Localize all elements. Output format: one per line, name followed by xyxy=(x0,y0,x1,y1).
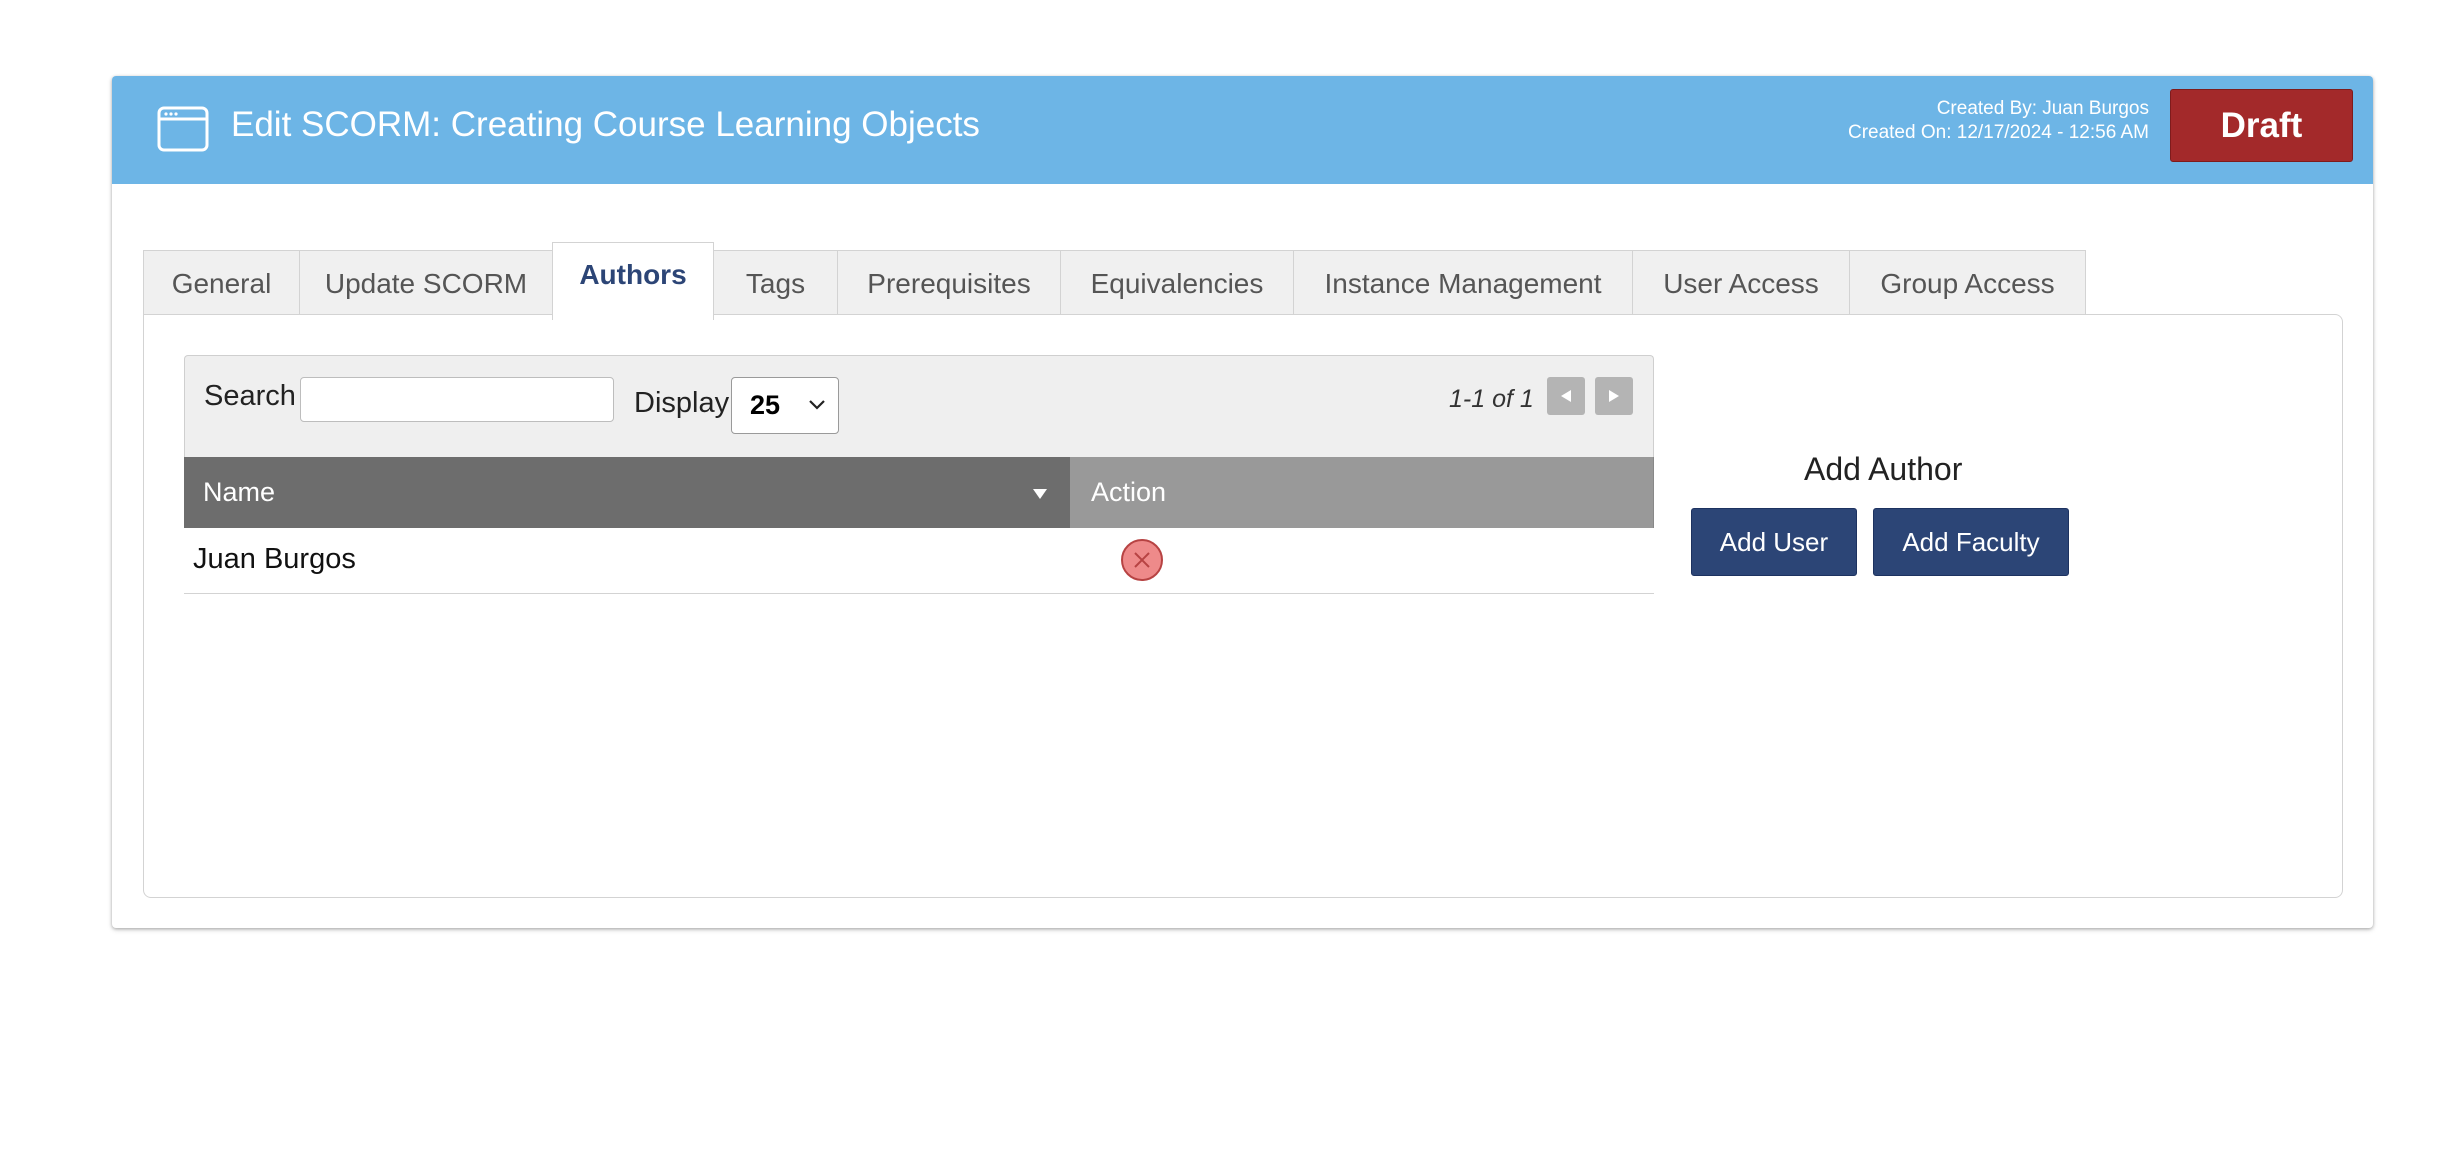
add-faculty-button[interactable]: Add Faculty xyxy=(1873,508,2069,576)
search-label: Search xyxy=(204,380,296,412)
column-header-name[interactable]: Name xyxy=(184,457,1070,528)
tab-prerequisites[interactable]: Prerequisites xyxy=(837,250,1061,318)
add-author-title: Add Author xyxy=(1804,451,1963,487)
tab-instance-management[interactable]: Instance Management xyxy=(1293,250,1633,318)
tab-general[interactable]: General xyxy=(143,250,300,318)
next-page-button[interactable] xyxy=(1595,377,1633,415)
column-header-action: Action xyxy=(1070,457,1654,528)
triangle-left-icon xyxy=(1561,390,1571,402)
page-info: 1-1 of 1 xyxy=(1449,385,1534,413)
display-select[interactable]: 25 xyxy=(731,377,839,434)
created-on: Created On: 12/17/2024 - 12:56 AM xyxy=(1847,122,2149,143)
browser-window-icon xyxy=(157,106,209,152)
tab-tags[interactable]: Tags xyxy=(713,250,838,318)
author-name: Juan Burgos xyxy=(193,543,356,575)
tab-update-scorm[interactable]: Update SCORM xyxy=(299,250,553,318)
edit-scorm-card: Edit SCORM: Creating Course Learning Obj… xyxy=(112,76,2373,928)
display-label: Display xyxy=(634,387,730,419)
table-row: Juan Burgos xyxy=(184,528,1654,594)
column-header-name-label: Name xyxy=(203,477,276,507)
grid-toolbar: Search Display 25 1-1 of 1 xyxy=(184,355,1654,457)
created-meta: Created By: Juan Burgos Created On: 12/1… xyxy=(1848,97,2149,145)
search-input[interactable] xyxy=(300,377,614,422)
page-title: Edit SCORM: Creating Course Learning Obj… xyxy=(231,105,980,144)
add-user-button[interactable]: Add User xyxy=(1691,508,1857,576)
triangle-right-icon xyxy=(1609,390,1619,402)
tab-equivalencies[interactable]: Equivalencies xyxy=(1060,250,1294,318)
sort-down-icon xyxy=(1033,489,1047,499)
authors-panel: Search Display 25 1-1 of 1 Name Action J… xyxy=(143,314,2343,898)
tab-group-access[interactable]: Group Access xyxy=(1849,250,2086,318)
remove-author-icon[interactable] xyxy=(1120,538,1164,582)
prev-page-button[interactable] xyxy=(1547,377,1585,415)
tab-authors[interactable]: Authors xyxy=(552,242,714,320)
tab-user-access[interactable]: User Access xyxy=(1632,250,1850,318)
chevron-down-icon xyxy=(809,400,825,410)
display-value: 25 xyxy=(750,390,781,420)
draft-status-button[interactable]: Draft xyxy=(2170,89,2353,162)
created-by: Created By: Juan Burgos xyxy=(1936,98,2149,119)
grid-header: Name Action xyxy=(184,457,1654,528)
card-header: Edit SCORM: Creating Course Learning Obj… xyxy=(112,76,2373,184)
